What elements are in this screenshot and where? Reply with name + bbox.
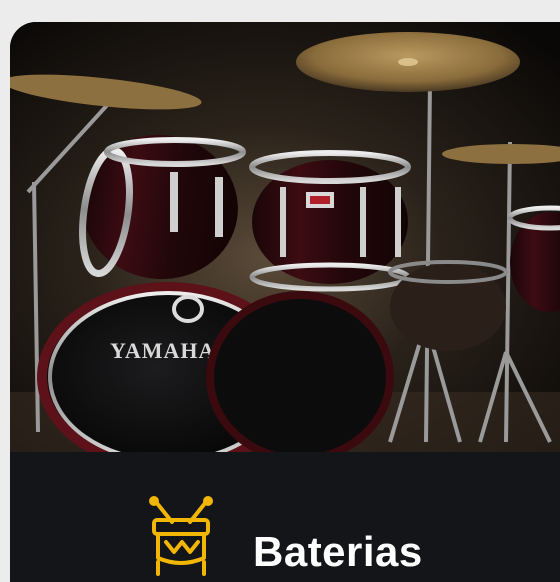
category-title: Baterias xyxy=(253,528,423,575)
card-footer: Baterias xyxy=(10,452,560,582)
drum-icon xyxy=(144,496,218,580)
drum-brand-logo: YAMAHA xyxy=(110,338,215,363)
category-card-baterias[interactable]: YAMAHA Baterias xyxy=(10,22,560,582)
drum-kit-photo: YAMAHA xyxy=(10,22,560,452)
